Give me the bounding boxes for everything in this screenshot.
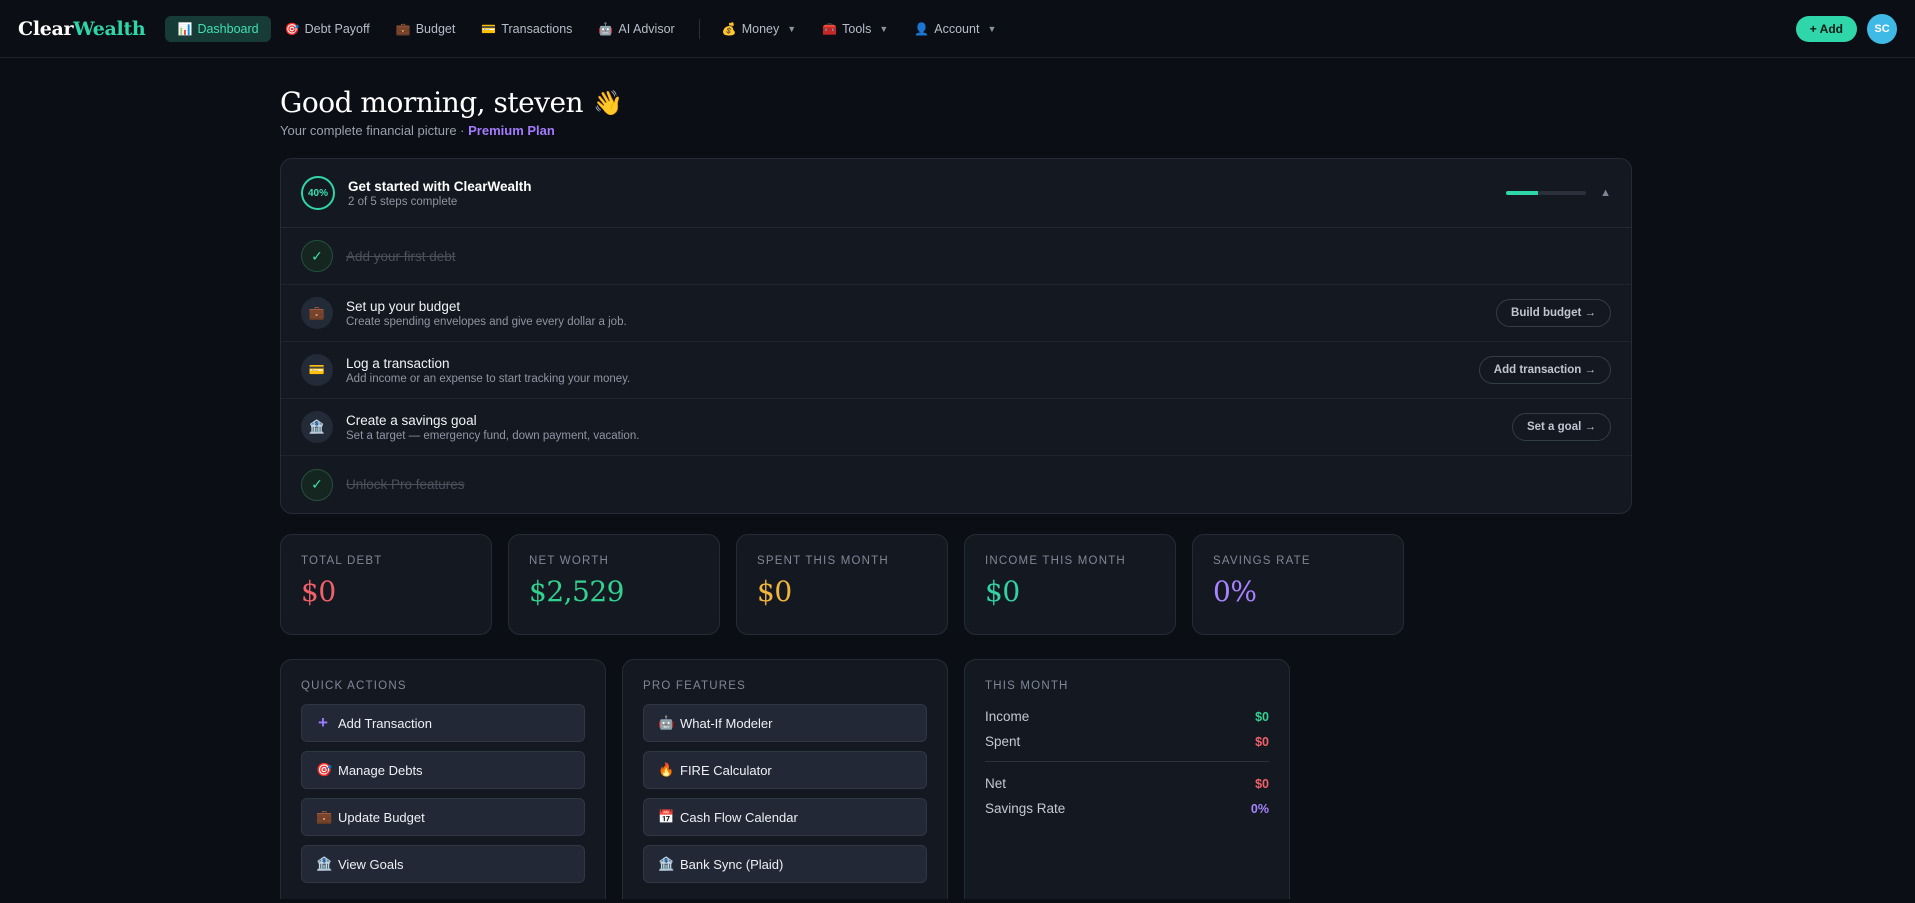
step-unlock-pro: ✓ Unlock Pro features bbox=[281, 456, 1631, 513]
stat-value: $0 bbox=[757, 575, 792, 608]
caret-down-icon: ▼ bbox=[879, 23, 889, 34]
plus-icon: + bbox=[318, 713, 328, 732]
briefcase-icon: 💼 bbox=[395, 21, 411, 36]
page-subtitle: Your complete financial picture · Premiu… bbox=[280, 123, 555, 138]
nav-dashboard[interactable]: 📊 Dashboard bbox=[165, 15, 271, 42]
chart-icon: 📊 bbox=[177, 21, 193, 36]
collapse-icon[interactable]: ▲ bbox=[1600, 187, 1611, 199]
briefcase-icon: 💼 bbox=[301, 297, 333, 329]
card-icon: 💳 bbox=[481, 21, 497, 36]
update-budget-action[interactable]: 💼 Update Budget bbox=[301, 798, 585, 836]
stat-value: 0% bbox=[1213, 575, 1257, 608]
progress-fill bbox=[1506, 191, 1539, 195]
step-title: Log a transaction bbox=[346, 355, 450, 371]
savings-rate-value: 0% bbox=[1250, 801, 1269, 816]
fire-icon: 🔥 bbox=[658, 762, 675, 777]
divider bbox=[985, 761, 1269, 762]
build-budget-button[interactable]: Build budget → bbox=[1496, 299, 1611, 327]
view-goals-action[interactable]: 🏦 View Goals bbox=[301, 845, 585, 883]
step-add-debt: ✓ Add your first debt bbox=[281, 228, 1631, 285]
calendar-icon: 📅 bbox=[658, 809, 675, 824]
caret-down-icon: ▼ bbox=[987, 23, 997, 34]
onboarding-card: 40% Get started with ClearWealth 2 of 5 … bbox=[280, 158, 1632, 514]
step-description: Add income or an expense to start tracki… bbox=[346, 372, 631, 385]
pro-features-panel: PRO FEATURES 🤖 What-If Modeler 🔥 FIRE Ca… bbox=[622, 659, 948, 899]
net-row: Net $0 bbox=[985, 776, 1269, 791]
bottom-panels: QUICK ACTIONS + Add Transaction 🎯 Manage… bbox=[280, 659, 1632, 899]
stat-spent-month: SPENT THIS MONTH $0 bbox=[736, 534, 948, 635]
fire-calculator-link[interactable]: 🔥 FIRE Calculator bbox=[643, 751, 927, 789]
briefcase-icon: 💼 bbox=[316, 809, 333, 824]
stat-savings-rate: SAVINGS RATE 0% bbox=[1192, 534, 1404, 635]
money-bag-icon: 💰 bbox=[721, 21, 737, 36]
toolbox-icon: 🧰 bbox=[822, 21, 838, 36]
step-title: Create a savings goal bbox=[346, 412, 477, 428]
net-value: $0 bbox=[1255, 776, 1269, 791]
income-value: $0 bbox=[1255, 709, 1269, 724]
onboarding-progress-bar bbox=[1506, 191, 1587, 195]
wave-icon: 👋 bbox=[593, 88, 623, 117]
step-title: Set up your budget bbox=[346, 298, 461, 314]
step-savings-goal: 🏦 Create a savings goal Set a target — e… bbox=[281, 399, 1631, 456]
nav-transactions[interactable]: 💳 Transactions bbox=[469, 16, 584, 42]
robot-icon: 🤖 bbox=[658, 715, 675, 730]
stat-total-debt: TOTAL DEBT $0 bbox=[280, 534, 492, 635]
bank-icon: 🏦 bbox=[658, 856, 675, 871]
top-nav: ClearWealth 📊 Dashboard 🎯 Debt Payoff 💼 … bbox=[0, 0, 1915, 58]
this-month-panel: THIS MONTH Income $0 Spent $0 Net $0 Sav… bbox=[964, 659, 1290, 899]
stat-value: $2,529 bbox=[529, 575, 624, 608]
bank-sync-link[interactable]: 🏦 Bank Sync (Plaid) bbox=[643, 845, 927, 883]
step-setup-budget: 💼 Set up your budget Create spending env… bbox=[281, 285, 1631, 342]
caret-down-icon: ▼ bbox=[787, 23, 797, 34]
manage-debts-action[interactable]: 🎯 Manage Debts bbox=[301, 751, 585, 789]
nav-divider bbox=[698, 18, 700, 39]
target-icon: 🎯 bbox=[284, 21, 300, 36]
page-title: Good morning, steven 👋 bbox=[280, 86, 623, 119]
onboarding-title: Get started with ClearWealth bbox=[348, 178, 532, 194]
step-title: Add your first debt bbox=[346, 248, 456, 264]
nav-debt-payoff[interactable]: 🎯 Debt Payoff bbox=[273, 16, 382, 42]
spent-row: Spent $0 bbox=[985, 734, 1269, 749]
nav-ai-advisor[interactable]: 🤖 AI Advisor bbox=[586, 16, 686, 42]
income-row: Income $0 bbox=[985, 709, 1269, 724]
bank-icon: 🏦 bbox=[316, 856, 333, 871]
card-icon: 💳 bbox=[301, 354, 333, 386]
nav-menu-tools[interactable]: 🧰 Tools ▼ bbox=[810, 16, 900, 42]
quick-actions-panel: QUICK ACTIONS + Add Transaction 🎯 Manage… bbox=[280, 659, 606, 899]
step-description: Create spending envelopes and give every… bbox=[346, 315, 627, 328]
progress-ring: 40% bbox=[301, 176, 335, 210]
avatar[interactable]: SC bbox=[1867, 13, 1897, 44]
add-button[interactable]: + Add bbox=[1795, 15, 1857, 42]
stat-net-worth: NET WORTH $2,529 bbox=[508, 534, 720, 635]
step-title: Unlock Pro features bbox=[346, 477, 465, 492]
savings-rate-row: Savings Rate 0% bbox=[985, 801, 1269, 816]
set-goal-button[interactable]: Set a goal → bbox=[1511, 413, 1611, 441]
what-if-modeler-link[interactable]: 🤖 What-If Modeler bbox=[643, 704, 927, 742]
stat-value: $0 bbox=[301, 575, 336, 608]
plan-badge[interactable]: Premium Plan bbox=[468, 123, 555, 138]
check-icon: ✓ bbox=[301, 240, 333, 272]
nav-menu-money[interactable]: 💰 Money ▼ bbox=[710, 16, 808, 42]
target-icon: 🎯 bbox=[316, 762, 333, 777]
nav-menu-account[interactable]: 👤 Account ▼ bbox=[902, 16, 1008, 42]
robot-icon: 🤖 bbox=[598, 21, 614, 36]
stat-cards: TOTAL DEBT $0 NET WORTH $2,529 SPENT THI… bbox=[280, 534, 1632, 635]
brand-logo[interactable]: ClearWealth bbox=[18, 18, 146, 40]
onboarding-header[interactable]: 40% Get started with ClearWealth 2 of 5 … bbox=[281, 159, 1631, 228]
nav-budget[interactable]: 💼 Budget bbox=[384, 16, 468, 42]
check-icon: ✓ bbox=[301, 468, 333, 501]
step-description: Set a target — emergency fund, down paym… bbox=[346, 429, 640, 442]
user-icon: 👤 bbox=[914, 21, 930, 36]
nav-right: + Add SC bbox=[1795, 13, 1897, 44]
spent-value: $0 bbox=[1255, 734, 1269, 749]
add-transaction-action[interactable]: + Add Transaction bbox=[301, 704, 585, 742]
stat-value: $0 bbox=[985, 575, 1020, 608]
add-transaction-button[interactable]: Add transaction → bbox=[1478, 356, 1611, 384]
bank-icon: 🏦 bbox=[301, 411, 333, 443]
stat-income-month: INCOME THIS MONTH $0 bbox=[964, 534, 1176, 635]
main-content: Good morning, steven 👋 Your complete fin… bbox=[280, 58, 1632, 899]
cash-flow-calendar-link[interactable]: 📅 Cash Flow Calendar bbox=[643, 798, 927, 836]
step-log-transaction: 💳 Log a transaction Add income or an exp… bbox=[281, 342, 1631, 399]
onboarding-steps-count: 2 of 5 steps complete bbox=[348, 195, 458, 208]
